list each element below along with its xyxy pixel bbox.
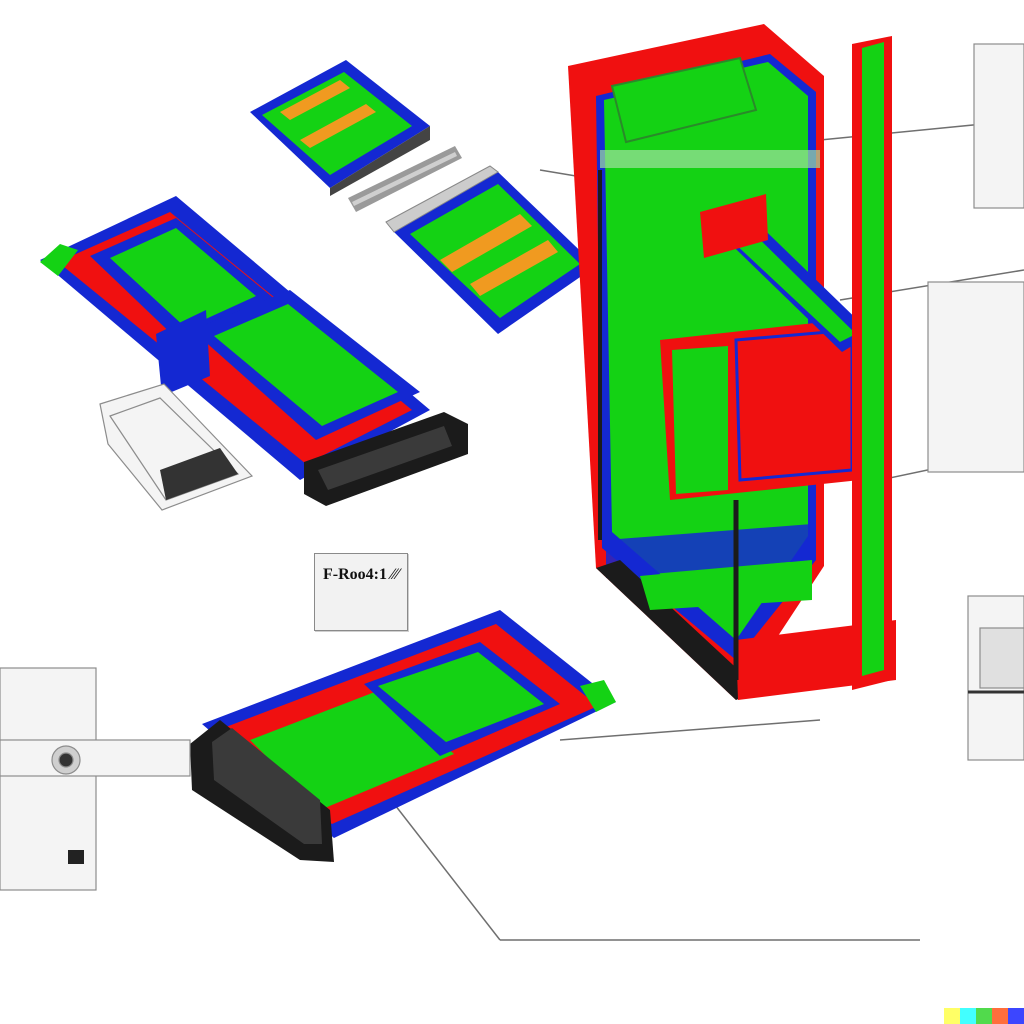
watermark-swatch <box>1008 1008 1024 1024</box>
watermark-swatch <box>944 1008 960 1024</box>
tower-cabinet <box>568 24 896 700</box>
watermark-swatch <box>960 1008 976 1024</box>
watermark-swatch <box>992 1008 1008 1024</box>
exploded-diagram <box>0 24 1024 941</box>
diagram-label: F-Roo4:1 ⁄⁄⁄ <box>314 553 408 631</box>
battery-module-lower <box>190 610 616 862</box>
wall-plug-left <box>0 667 191 891</box>
card-module-tilted <box>385 165 596 334</box>
switch-panel-right <box>927 43 1024 761</box>
watermark <box>944 1008 1024 1024</box>
watermark-swatch <box>976 1008 992 1024</box>
battery-module-large <box>40 196 468 506</box>
